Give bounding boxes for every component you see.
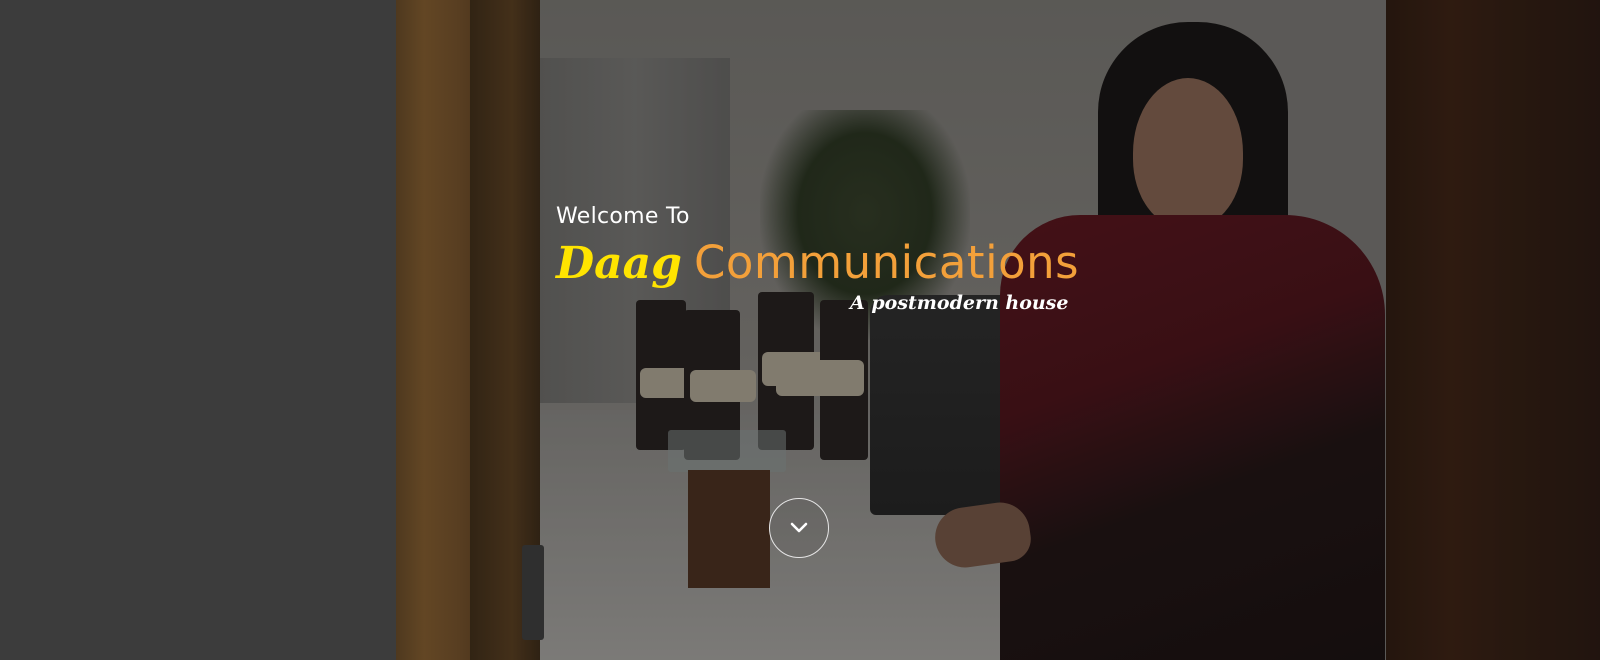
hero-section: Welcome To Daag Communications A postmod… xyxy=(0,0,1600,660)
brand-script-word: Daag xyxy=(556,238,682,289)
dark-overlay xyxy=(0,0,1600,660)
brand-name: Communications xyxy=(693,236,1080,289)
chevron-down-icon xyxy=(789,521,809,535)
scroll-down-button[interactable] xyxy=(769,498,829,558)
brand-title: Daag Communications xyxy=(556,236,1079,296)
welcome-heading: Welcome To xyxy=(556,204,690,229)
tagline: A postmodern house xyxy=(850,292,1069,314)
